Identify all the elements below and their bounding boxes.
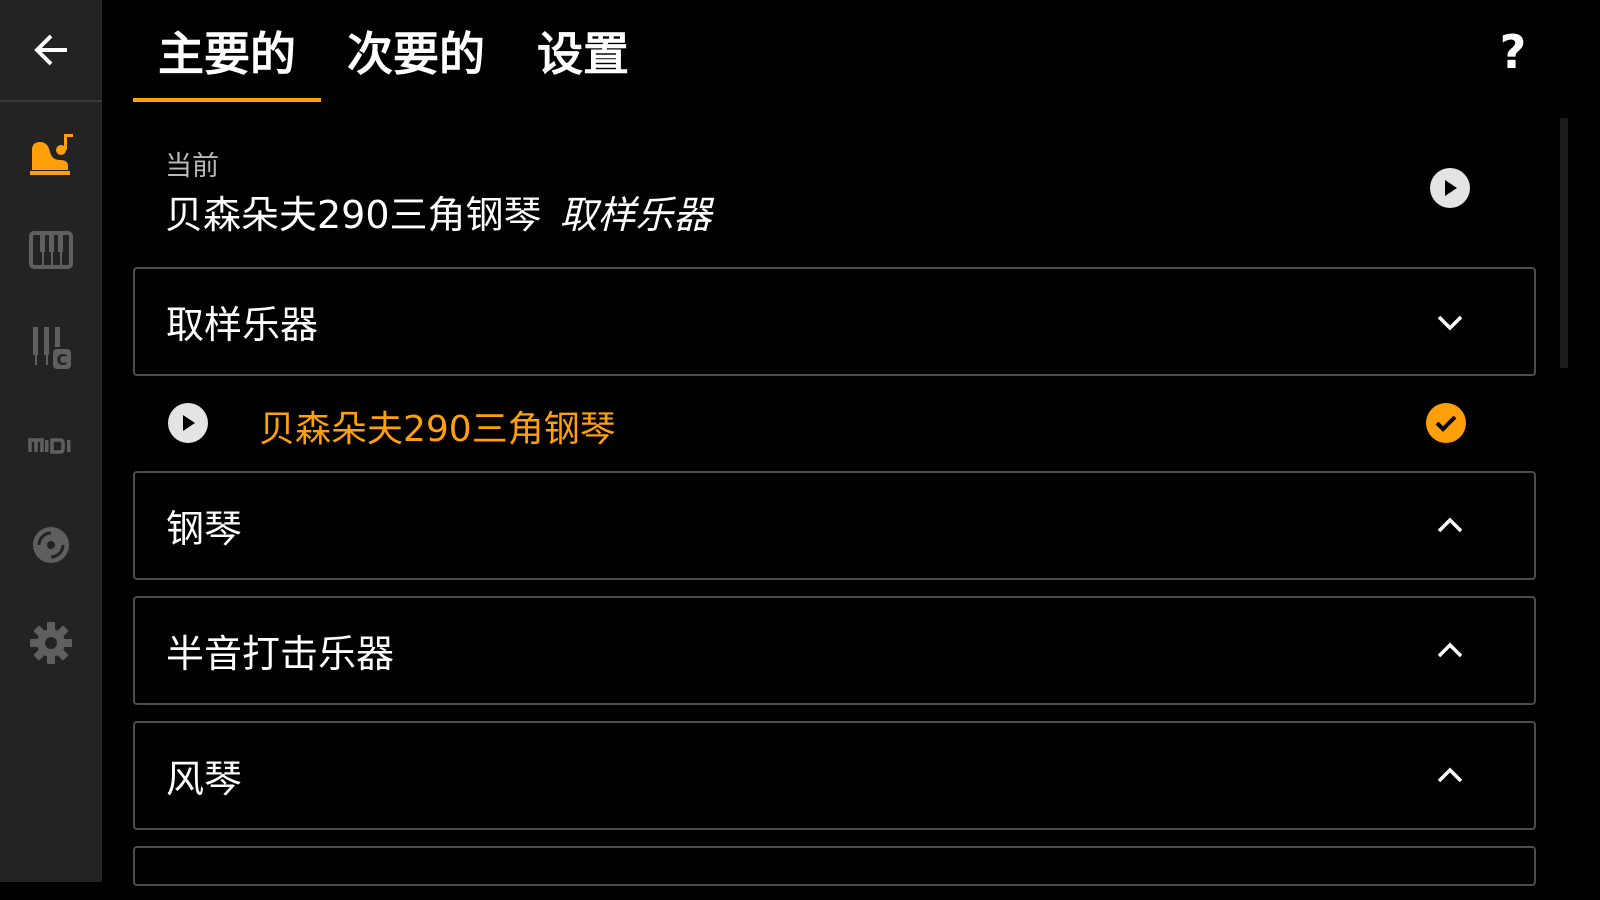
current-play-button[interactable]: [1430, 168, 1470, 208]
tab-settings[interactable]: 设置: [511, 0, 655, 102]
sidebar-item-chords[interactable]: C: [26, 322, 76, 372]
tab-primary[interactable]: 主要的: [133, 0, 321, 102]
category-next-partial[interactable]: [133, 846, 1536, 886]
gear-icon: [30, 622, 72, 664]
category-organ[interactable]: 风琴: [133, 721, 1536, 830]
app-window: C 主要的 次要的 设置 ? 当前 贝森朵夫290三角钢琴 取样乐器 取样乐器 …: [0, 0, 1568, 886]
help-button[interactable]: ?: [1490, 24, 1536, 80]
sidebar: C: [0, 0, 102, 882]
category-chromatic-percussion[interactable]: 半音打击乐器: [133, 596, 1536, 705]
instrument-play-button[interactable]: [168, 403, 208, 443]
arrow-left-icon: [34, 34, 67, 66]
category-label: 半音打击乐器: [166, 632, 395, 676]
disc-icon: [33, 527, 69, 563]
tab-primary-label: 主要的: [158, 27, 296, 81]
chevron-up-icon: [1437, 642, 1463, 658]
category-label: 风琴: [166, 757, 243, 801]
sidebar-item-keyboard[interactable]: [26, 225, 76, 275]
midi-icon: [28, 438, 71, 454]
scrollbar[interactable]: [1560, 118, 1568, 368]
back-button[interactable]: [0, 0, 102, 102]
current-instrument-category: 取样乐器: [559, 193, 712, 237]
category-piano[interactable]: 钢琴: [133, 471, 1536, 580]
tab-bar: 主要的 次要的 设置: [133, 0, 655, 102]
instrument-row[interactable]: 贝森朵夫290三角钢琴: [133, 380, 1536, 468]
grand-piano-note-icon: [30, 134, 73, 175]
category-label: 钢琴: [166, 507, 243, 551]
keys-c-icon: C: [33, 327, 71, 369]
tab-settings-label: 设置: [537, 27, 629, 81]
sidebar-item-settings[interactable]: [26, 618, 76, 668]
sidebar-item-sounds[interactable]: [26, 128, 76, 178]
tab-secondary-label: 次要的: [347, 27, 485, 81]
svg-text:C: C: [56, 351, 67, 369]
tab-secondary[interactable]: 次要的: [321, 0, 511, 102]
selected-check-icon: [1426, 403, 1466, 443]
instrument-name: 贝森朵夫290三角钢琴: [259, 409, 616, 450]
category-label: 取样乐器: [166, 303, 319, 347]
play-icon: [1445, 180, 1457, 196]
category-sampled-instruments[interactable]: 取样乐器: [133, 267, 1536, 376]
sidebar-item-midi[interactable]: [26, 420, 76, 470]
sidebar-item-recordings[interactable]: [26, 520, 76, 570]
active-tab-indicator: [133, 98, 321, 102]
current-label: 当前: [165, 151, 219, 182]
piano-keys-icon: [29, 231, 73, 269]
play-icon: [183, 415, 195, 431]
current-instrument-name: 贝森朵夫290三角钢琴: [165, 193, 542, 237]
chevron-up-icon: [1437, 767, 1463, 783]
chevron-down-icon: [1437, 315, 1463, 331]
current-instrument: 贝森朵夫290三角钢琴 取样乐器: [165, 184, 712, 239]
chevron-up-icon: [1437, 517, 1463, 533]
